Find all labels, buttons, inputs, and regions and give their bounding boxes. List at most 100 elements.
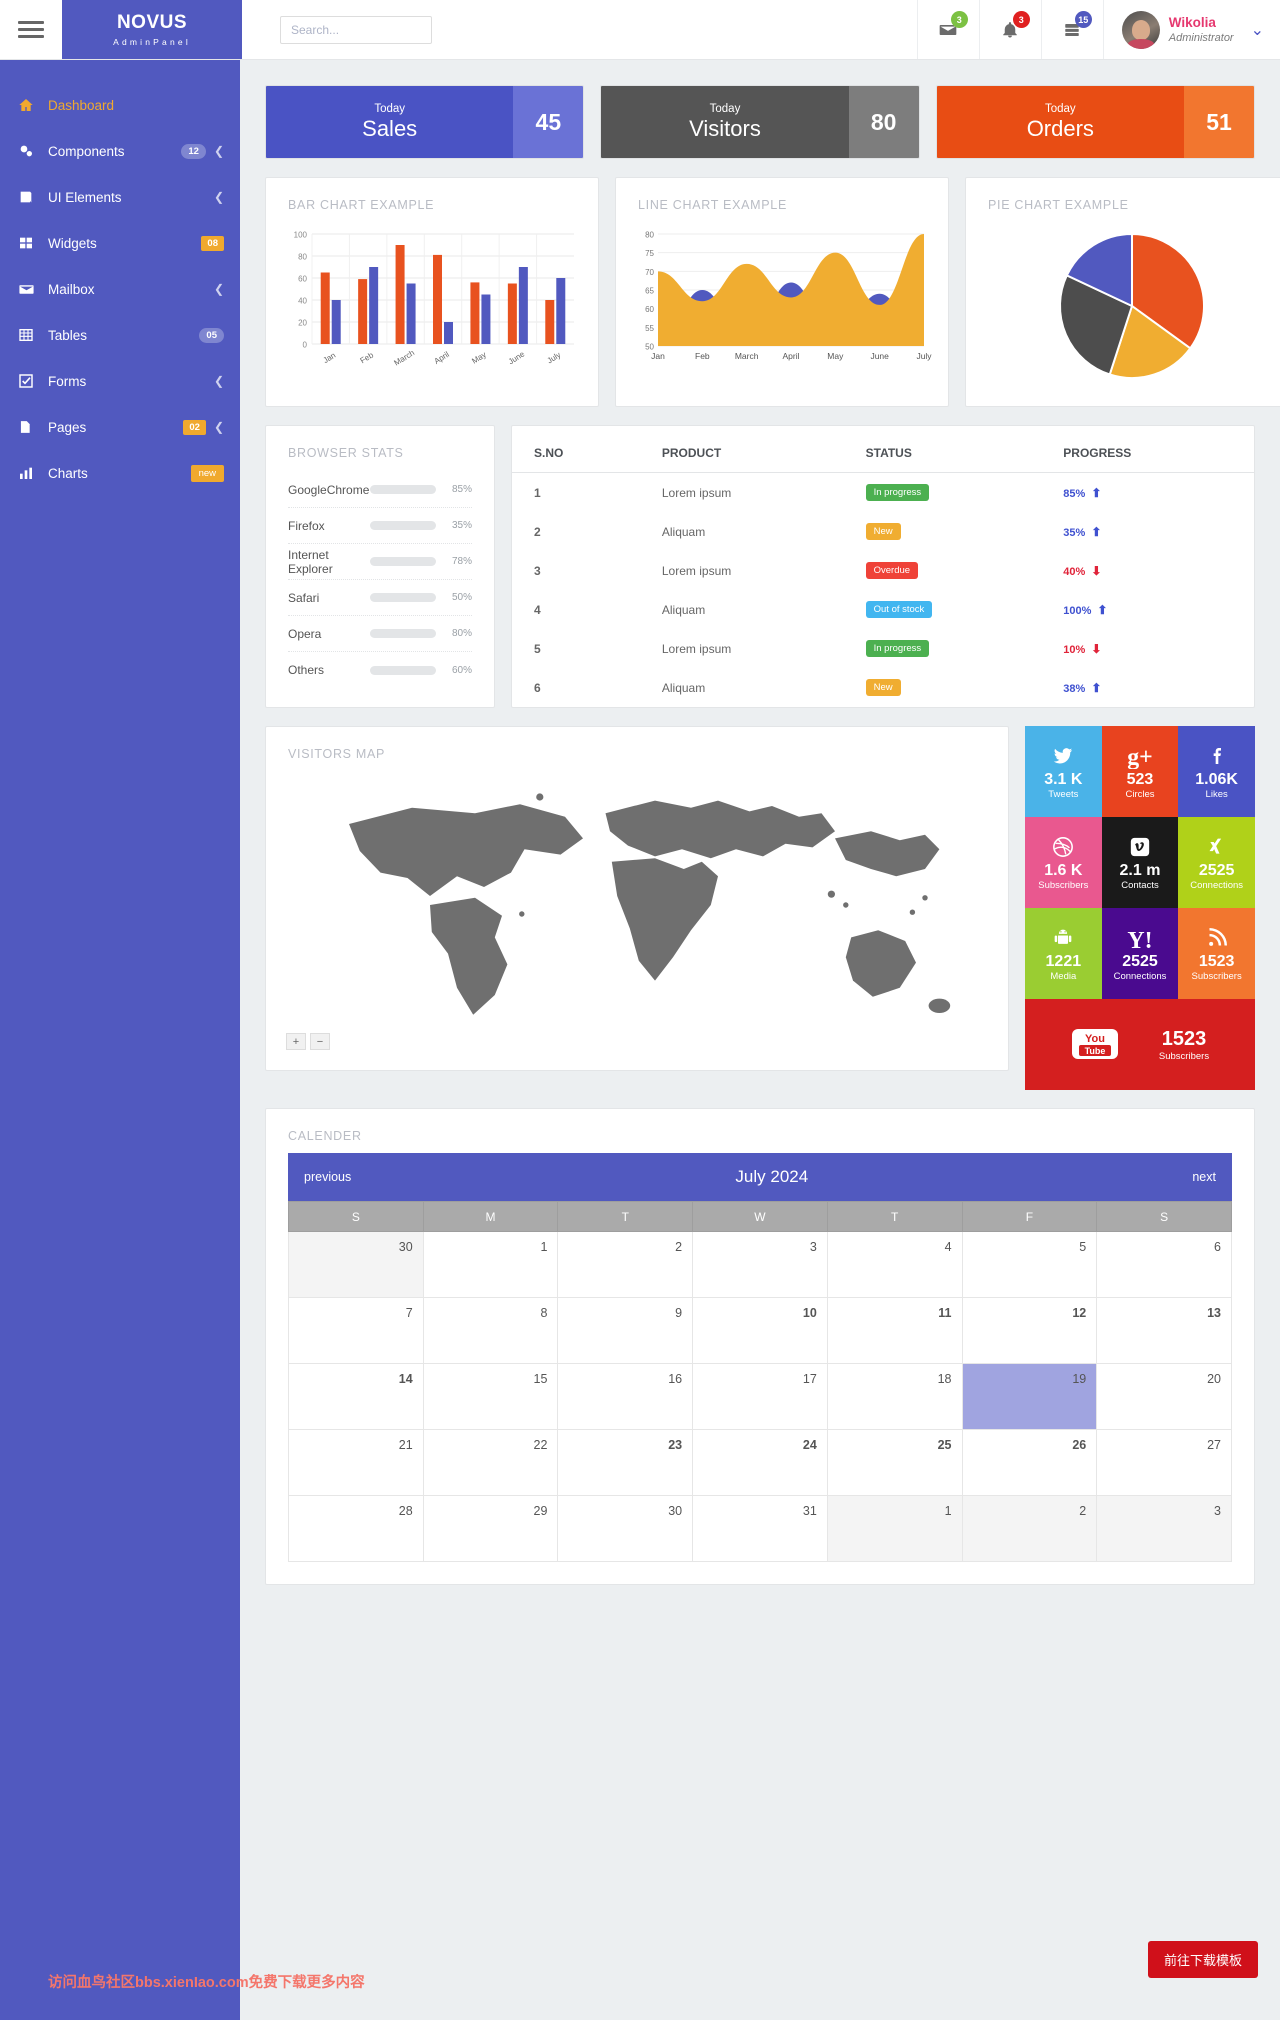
calendar-day-cell[interactable]: 1 [422,1231,559,1298]
calendar-day-cell[interactable]: 16 [557,1363,694,1430]
world-map[interactable] [266,761,1008,1031]
sidebar-badge: 12 [181,143,206,159]
calendar-day-cell[interactable]: 21 [288,1429,424,1496]
line-chart-card: LINE CHART EXAMPLE 50 55 60 65 70 75 80 Jan Feb M… [615,177,949,407]
calendar-previous-button[interactable]: previous [304,1170,351,1184]
social-tile-android[interactable]: 1221 Media [1025,908,1102,999]
svg-text:March: March [392,348,416,367]
table-row[interactable]: 6 Aliquam New 38% ⬆ [512,668,1254,707]
row-sno: 1 [534,485,541,500]
calendar-day-cell[interactable]: 28 [288,1495,424,1562]
social-tile-facebook[interactable]: 1.06K Likes [1178,726,1255,817]
social-tile-rss[interactable]: 1523 Subscribers [1178,908,1255,999]
sidebar-item-forms[interactable]: Forms ❮ [0,358,240,404]
social-tile-vimeo[interactable]: 2.1 m Contacts [1101,817,1179,908]
table-header-row: S.NO PRODUCT STATUS PROGRESS [512,426,1254,473]
calendar-day-cell[interactable]: 12 [961,1297,1098,1364]
calendar-week-row: 28 29 30 31 1 2 3 [288,1495,1232,1562]
calendar-day-cell[interactable]: 30 [288,1231,424,1298]
table-row[interactable]: 1 Lorem ipsum In progress 85% ⬆ [512,473,1254,513]
row-sno: 6 [534,680,541,695]
social-tile-twitter[interactable]: 3.1 K Tweets [1025,726,1102,817]
calendar-day-cell[interactable]: 26 [961,1429,1098,1496]
calendar-day-cell[interactable]: 15 [422,1363,559,1430]
sidebar-item-components[interactable]: Components 12 ❮ [0,128,240,174]
social-tile-yahoo[interactable]: Y! 2525 Connections [1101,908,1179,999]
calendar-day-cell[interactable]: 4 [826,1231,963,1298]
bell-icon-button[interactable]: 3 [978,0,1041,59]
calendar-day-cell[interactable]: 27 [1096,1429,1232,1496]
calendar-card: CALENDER previous July 2024 next SMTWTFS… [265,1108,1255,1585]
calendar-day-cell[interactable]: 14 [288,1363,424,1430]
calendar-day-cell[interactable]: 2 [557,1231,694,1298]
sidebar-item-dashboard[interactable]: Dashboard [0,82,240,128]
sidebar-item-charts[interactable]: Charts new [0,450,240,496]
calendar-day-cell[interactable]: 6 [1096,1231,1232,1298]
sidebar-item-tables[interactable]: Tables 05 [0,312,240,358]
map-zoom-out-button[interactable]: − [310,1033,330,1050]
calendar-day-cell[interactable]: 31 [692,1495,828,1562]
status-badge: In progress [865,640,930,657]
calendar-day-cell[interactable]: 2 [961,1495,1098,1562]
calendar-next-button[interactable]: next [1192,1170,1216,1184]
social-label: Circles [1125,789,1155,801]
calendar-day-cell[interactable]: 22 [422,1429,559,1496]
user-menu[interactable]: Wikolia Administrator ⌄ [1102,0,1280,59]
table-row[interactable]: 3 Lorem ipsum Overdue 40% ⬇ [512,551,1254,590]
table-row[interactable]: 2 Aliquam New 35% ⬆ [512,512,1254,551]
sidebar-item-pages[interactable]: Pages 02 ❮ [0,404,240,450]
sidebar-badge: 05 [199,327,224,343]
social-count: 2.1 m [1119,861,1161,879]
calendar-day-cell[interactable]: 11 [826,1297,963,1364]
calendar-day-cell[interactable]: 10 [692,1297,828,1364]
top-header: NOVUS AdminPanel 3 3 15 Wikolia Administ… [0,0,1280,60]
calendar-day-cell[interactable]: 3 [692,1231,828,1298]
calendar-day-cell[interactable]: 19 [961,1363,1098,1430]
calendar-day-cell[interactable]: 23 [557,1429,694,1496]
calendar-day-cell[interactable]: 30 [557,1495,694,1562]
calendar-day-cell[interactable]: 20 [1096,1363,1232,1430]
trend-down-icon: ⬇ [1091,641,1102,656]
stat-card-sales[interactable]: Today Sales 45 [265,85,585,159]
menu-toggle-button[interactable] [0,0,62,59]
calendar-day-cell[interactable]: 13 [1096,1297,1232,1364]
social-tile-xing[interactable]: 2525 Connections [1178,817,1255,908]
server-icon-button[interactable]: 15 [1040,0,1103,59]
calendar-day-cell[interactable]: 24 [692,1429,828,1496]
social-tile-youtube[interactable]: You Tube 1523 Subscribers [1025,999,1255,1090]
mail-icon-button[interactable]: 3 [916,0,979,59]
calendar-day-cell[interactable]: 5 [961,1231,1098,1298]
download-template-button[interactable]: 前往下载模板 [1147,1941,1258,1978]
browser-name: Internet Explorer [288,547,333,576]
calendar-day-cell[interactable]: 17 [692,1363,828,1430]
brand-logo[interactable]: NOVUS AdminPanel [62,0,242,59]
calendar-day-cell[interactable]: 29 [422,1495,559,1562]
calendar-day-cell[interactable]: 3 [1096,1495,1232,1562]
calendar-day-cell[interactable]: 25 [826,1429,963,1496]
calendar-day-cell[interactable]: 1 [826,1495,963,1562]
trend-up-icon: ⬆ [1091,680,1102,695]
calendar-day-cell[interactable]: 8 [422,1297,559,1364]
social-tile-dribbble[interactable]: 1.6 K Subscribers [1025,817,1102,908]
stat-card-left: Today Sales [266,86,514,158]
map-zoom-in-button[interactable]: + [286,1033,306,1050]
stat-card-visitors[interactable]: Today Visitors 80 [600,85,920,159]
stat-card-orders[interactable]: Today Orders 51 [935,85,1255,159]
social-label: Contacts [1121,880,1159,892]
sidebar-item-mailbox[interactable]: Mailbox ❮ [0,266,240,312]
calendar-day-cell[interactable]: 9 [557,1297,694,1364]
table-row[interactable]: 5 Lorem ipsum In progress 10% ⬇ [512,629,1254,668]
chevron-down-icon[interactable]: ⌄ [1251,20,1264,40]
sidebar-item-label: Dashboard [48,97,115,113]
sidebar-item-ui-elements[interactable]: UI Elements ❮ [0,174,240,220]
row-progress: 10% ⬇ [1063,641,1102,656]
row-product: Lorem ipsum [661,641,732,656]
search-input[interactable] [280,15,432,44]
table-row[interactable]: 4 Aliquam Out of stock 100% ⬆ [512,590,1254,629]
sidebar-item-widgets[interactable]: Widgets 08 [0,220,240,266]
calendar-weekday: T [557,1201,694,1232]
page-icon [18,419,48,435]
calendar-day-cell[interactable]: 7 [288,1297,424,1364]
social-tile-googleplus[interactable]: g+ 523 Circles [1101,726,1179,817]
calendar-day-cell[interactable]: 18 [826,1363,963,1430]
